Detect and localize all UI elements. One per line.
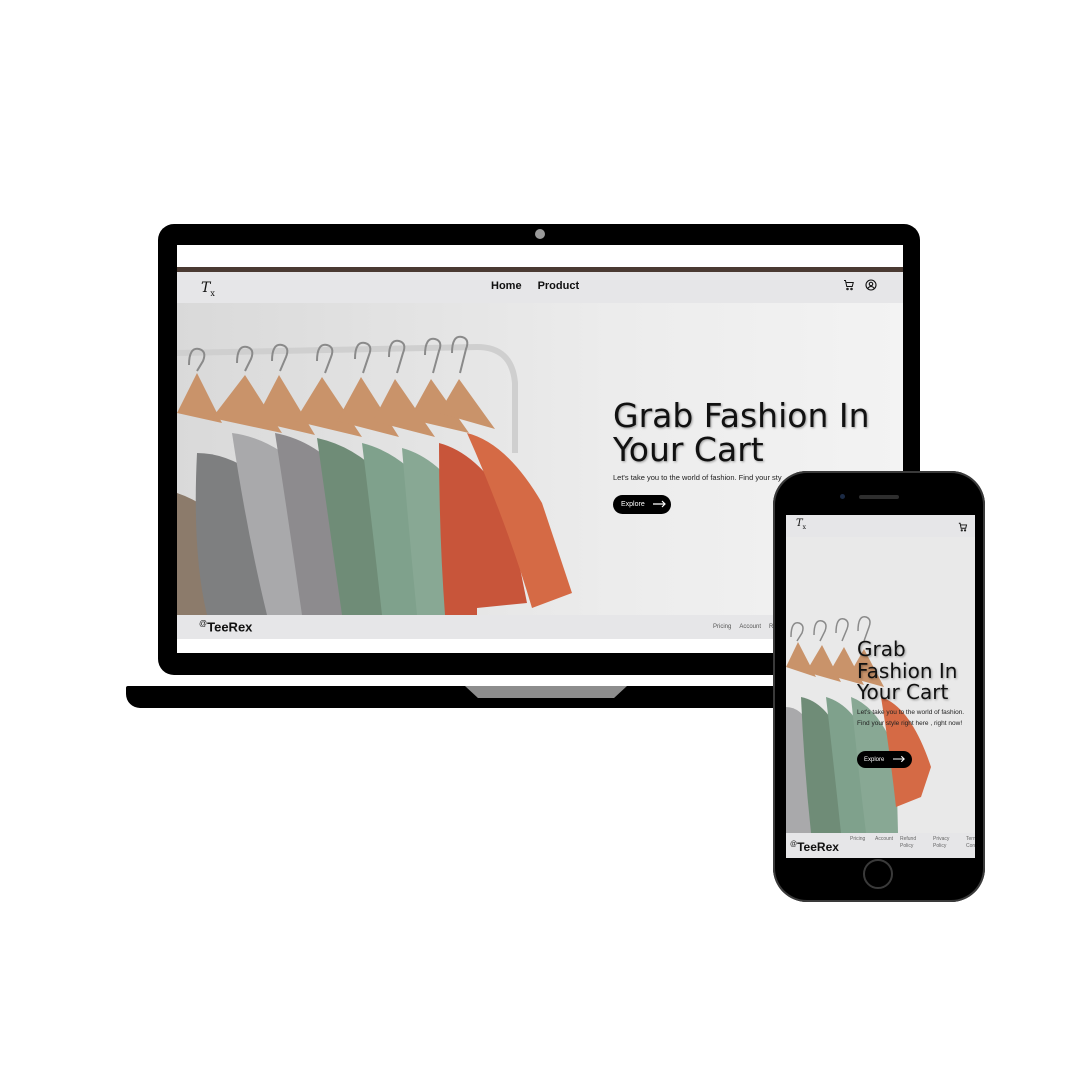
footer-links: Pricing Account Refu <box>713 624 782 630</box>
nav-item-product[interactable]: Product <box>538 280 580 292</box>
mobile-footer: @TeeRex Pricing Account Refund Policy Pr… <box>786 833 975 858</box>
footer-link-refund[interactable]: Refund Policy <box>900 836 926 850</box>
brand-logo[interactable]: Tx <box>201 280 215 298</box>
phone-speaker <box>859 495 899 499</box>
laptop-camera <box>535 229 545 239</box>
nav-menu: Home Product <box>491 280 579 292</box>
phone-camera <box>840 494 845 499</box>
navbar: Tx Home Product <box>177 272 903 303</box>
footer-link-pricing[interactable]: Pricing <box>713 624 731 630</box>
arrow-right-icon <box>652 500 667 510</box>
footer-link-account[interactable]: Account <box>875 836 893 850</box>
mobile-explore-button[interactable]: Explore <box>857 751 912 768</box>
cart-icon[interactable] <box>958 519 968 537</box>
arrow-right-icon <box>893 755 906 765</box>
cart-icon[interactable] <box>843 278 855 296</box>
footer-link-account[interactable]: Account <box>739 624 761 630</box>
footer-brand: @TeeRex <box>199 619 253 635</box>
user-circle-icon[interactable] <box>865 278 877 296</box>
explore-button-label: Explore <box>621 501 645 508</box>
laptop-notch <box>465 686 627 698</box>
nav-icons <box>843 278 877 296</box>
nav-item-home[interactable]: Home <box>491 280 522 292</box>
hero-subtitle: Let's take you to the world of fashion. … <box>613 473 782 482</box>
mobile-hero-subtitle: Let's take you to the world of fashion. … <box>857 709 965 727</box>
mobile-hero-image: Grab Fashion In Your Cart Let's take you… <box>786 537 975 833</box>
footer-link-privacy[interactable]: Privacy Policy <box>933 836 959 850</box>
mobile-footer-links: Pricing Account Refund Policy Privacy Po… <box>850 836 975 850</box>
footer-link-terms[interactable]: Terms Condi <box>966 836 975 850</box>
mobile-hero-title: Grab Fashion In Your Cart <box>857 637 958 704</box>
hero-title: Grab Fashion In Your Cart <box>613 396 870 469</box>
explore-button-label: Explore <box>864 756 885 763</box>
footer-link-pricing[interactable]: Pricing <box>850 836 868 850</box>
mobile-navbar: Tx <box>786 515 975 537</box>
mobile-brand-logo[interactable]: Tx <box>796 518 806 531</box>
phone-screen: Tx Grab Fashion In Your Cart Let's take … <box>786 515 975 858</box>
mobile-footer-brand: @TeeRex <box>790 840 839 854</box>
explore-button[interactable]: Explore <box>613 495 671 514</box>
phone-home-button <box>863 859 893 889</box>
